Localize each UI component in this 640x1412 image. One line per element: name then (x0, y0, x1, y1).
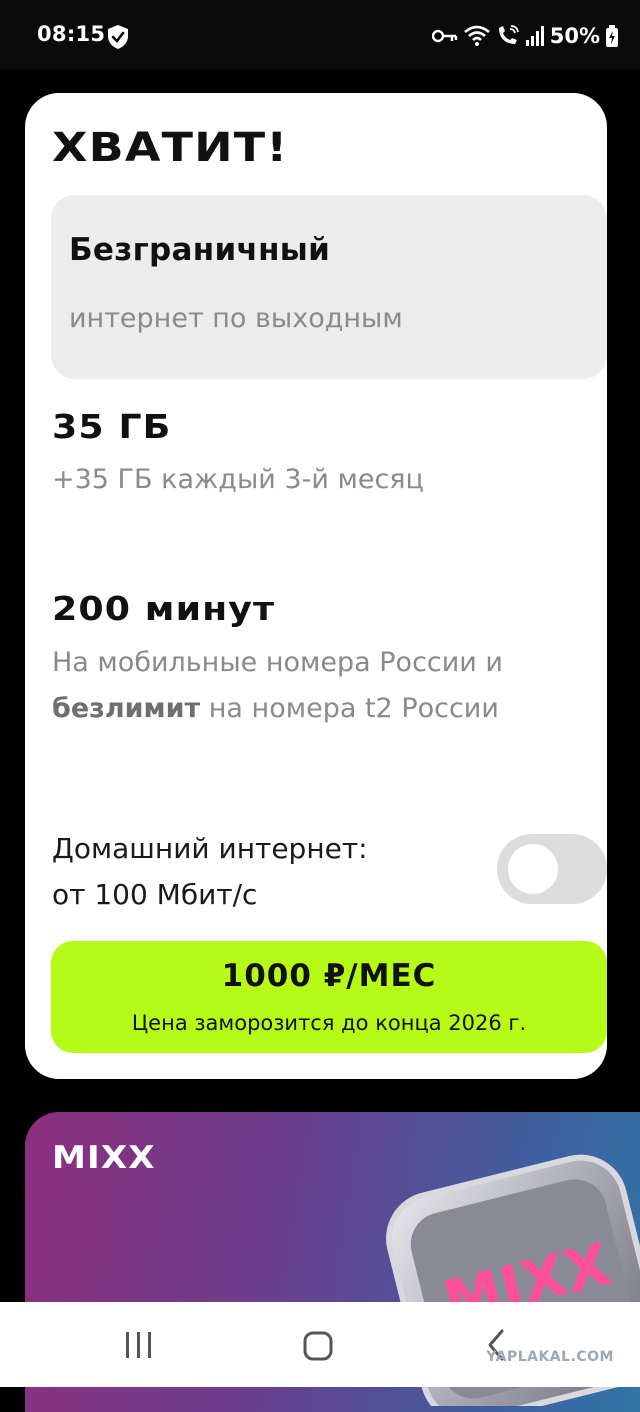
tariff-title: ХВАТИТ! (52, 125, 289, 171)
price-note: Цена заморозится до конца 2026 г. (131, 1011, 527, 1035)
toggle-knob (508, 844, 558, 894)
system-nav-bar (0, 1302, 640, 1387)
price-main: 1000 ₽/МЕС (221, 958, 437, 994)
status-time: 08:15 (37, 22, 106, 46)
home-internet-toggle[interactable] (497, 834, 607, 904)
minutes-unlimited-bold: безлимит (52, 693, 201, 724)
price-button[interactable]: 1000 ₽/МЕС Цена заморозится до конца 202… (51, 941, 607, 1053)
feature-box: Безграничный интернет по выходным (51, 195, 607, 379)
recent-apps-icon[interactable] (117, 1324, 161, 1368)
wifi-calling-icon (498, 25, 519, 44)
minutes-title: 200 минут (52, 589, 276, 628)
feature-title: Безграничный (69, 232, 331, 268)
home-internet-line2: от 100 Мбит/с (52, 878, 258, 911)
minutes-description: На мобильные номера России и безлимит на… (52, 640, 612, 732)
watermark: YAPLAKAL.COM (486, 1349, 614, 1365)
status-icons: 50% (431, 22, 618, 50)
home-internet-line1: Домашний интернет: (52, 832, 368, 865)
promo-title: MIXX (52, 1140, 156, 1176)
minutes-line2-rest: на номера t2 России (200, 693, 499, 724)
battery-percent: 50% (549, 24, 600, 48)
status-bar: 08:15 50% (0, 0, 640, 70)
signal-icon (525, 26, 544, 46)
shield-check-icon (108, 25, 128, 49)
feature-subtitle: интернет по выходным (69, 303, 403, 334)
key-icon (431, 29, 457, 43)
battery-charging-icon (606, 25, 618, 47)
tariff-card[interactable]: ХВАТИТ! Безграничный интернет по выходны… (25, 93, 607, 1079)
home-internet-label: Домашний интернет: от 100 Мбит/с (52, 826, 368, 918)
home-icon[interactable] (296, 1324, 340, 1368)
minutes-line1: На мобильные номера России и (52, 647, 503, 678)
wifi-icon (463, 25, 490, 46)
data-amount-subtitle: +35 ГБ каждый 3-й месяц (52, 464, 424, 495)
data-amount-title: 35 ГБ (52, 407, 172, 446)
